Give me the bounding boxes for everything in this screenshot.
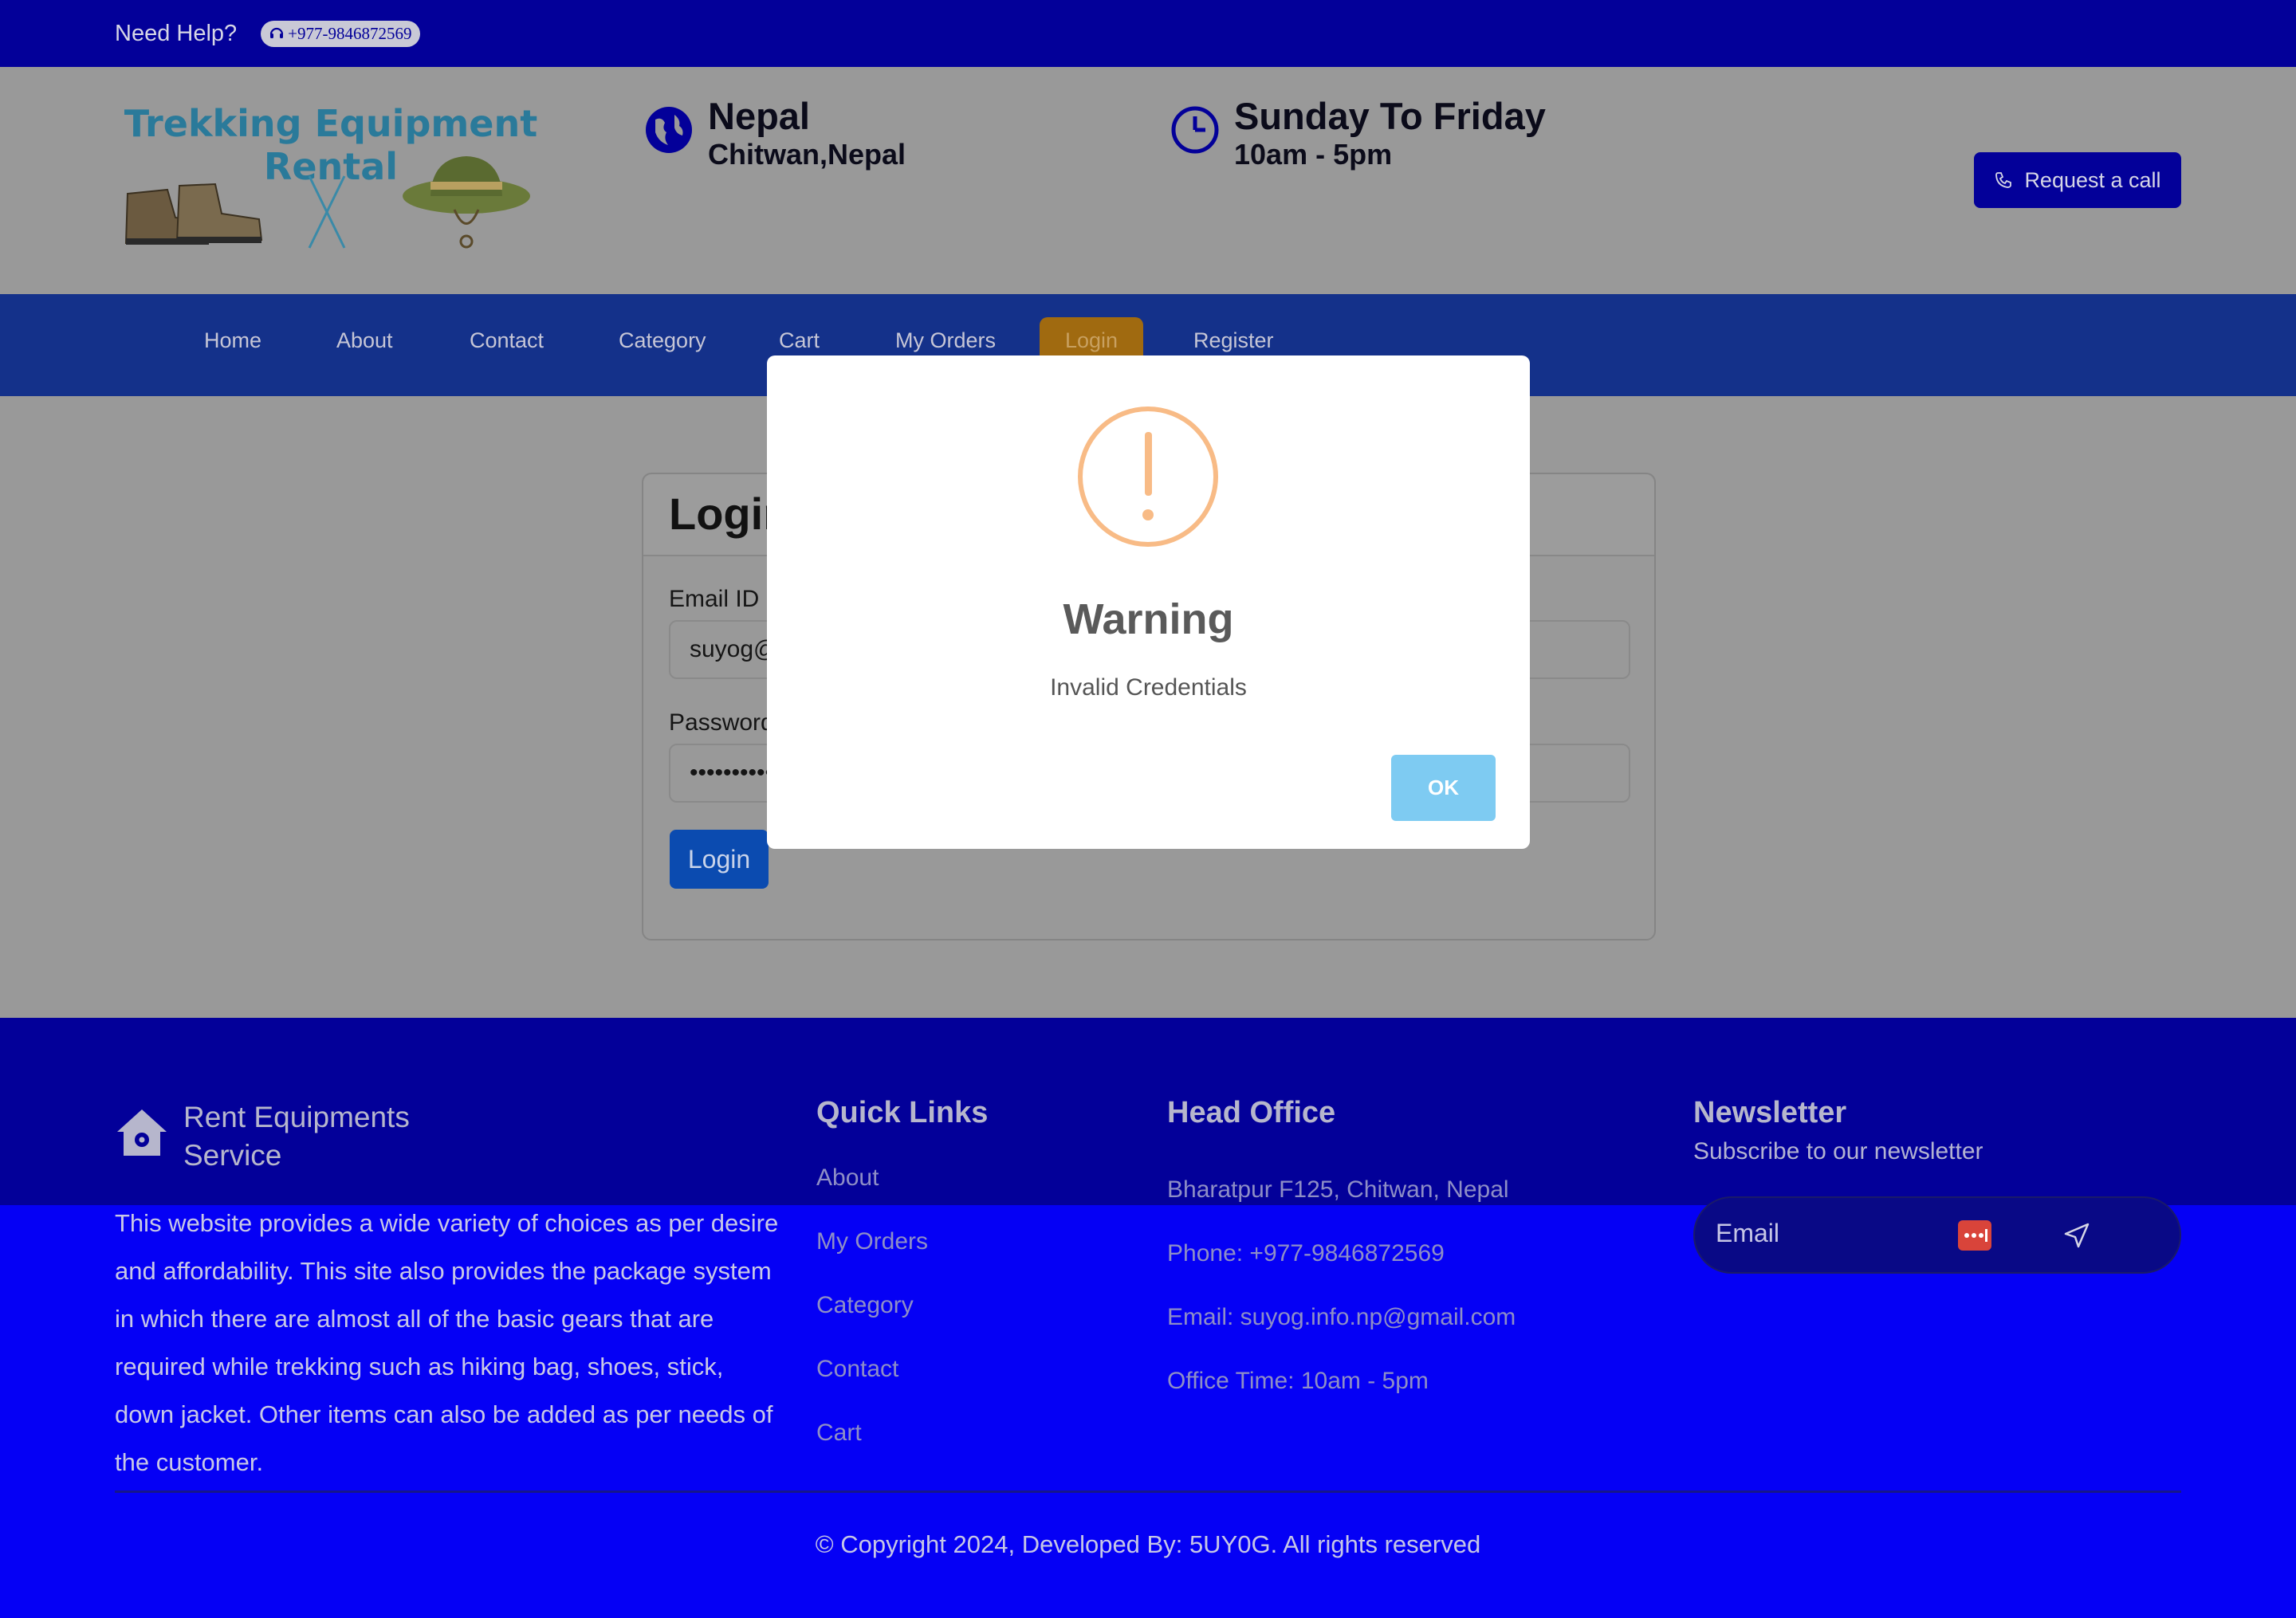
email-label: Email ID [669, 586, 760, 612]
hat-icon [403, 156, 530, 249]
footer-link-category[interactable]: Category [816, 1292, 914, 1319]
send-icon[interactable] [2063, 1222, 2090, 1249]
office-address: Bharatpur F125, Chitwan, Nepal [1167, 1176, 1509, 1203]
password-label: Password [669, 709, 774, 736]
head-office-title: Head Office [1167, 1096, 1336, 1129]
newsletter-email-input[interactable]: Email [1716, 1219, 1779, 1248]
need-help-text: Need Help? [115, 20, 238, 46]
phone-pill[interactable]: +977-9846872569 [261, 20, 420, 47]
copyright-text: Copyright 2024, Developed By: 5UY0G. All… [840, 1530, 1481, 1558]
logo-line1: Trekking Equipment [124, 102, 538, 145]
newsletter-form: Email [1693, 1196, 2181, 1274]
footer-brand: Rent Equipments Service [183, 1098, 410, 1175]
nav-about[interactable]: About [336, 317, 393, 373]
site-logo[interactable]: Trekking Equipment Rental [120, 102, 542, 253]
password-manager-icon[interactable] [1958, 1220, 1991, 1251]
office-phone: Phone: +977-9846872569 [1167, 1240, 1445, 1267]
globe-icon [646, 107, 692, 153]
modal-title: Warning [1063, 595, 1234, 643]
home-gear-icon [117, 1109, 167, 1156]
phone-number: +977-9846872569 [288, 23, 412, 43]
office-email: Email: suyog.info.np@gmail.com [1167, 1304, 1516, 1330]
nav-contact[interactable]: Contact [470, 317, 544, 373]
nav-category[interactable]: Category [619, 317, 706, 373]
footer-link-cart[interactable]: Cart [816, 1420, 862, 1447]
footer-brand-line1: Rent Equipments [183, 1101, 410, 1133]
footer-link-about[interactable]: About [816, 1164, 879, 1192]
hours-sub: 10am - 5pm [1234, 138, 1393, 171]
location-sub: Chitwan,Nepal [708, 138, 906, 171]
phone-icon [1995, 172, 2012, 188]
login-submit-button[interactable]: Login [670, 830, 769, 889]
top-bar: Need Help? +977-9846872569 [0, 0, 2296, 67]
warning-modal: Warning Invalid Credentials OK [767, 355, 1530, 849]
footer-brand-line2: Service [183, 1139, 282, 1172]
footer-divider [115, 1490, 2181, 1493]
copyright: © Copyright 2024, Developed By: 5UY0G. A… [0, 1530, 2296, 1559]
header: Trekking Equipment Rental Nepal Chitwan,… [0, 67, 2296, 294]
footer-description: This website provides a wide variety of … [115, 1209, 779, 1476]
page: Need Help? +977-9846872569 Trekking Equi… [0, 0, 2296, 1618]
nav-home[interactable]: Home [204, 317, 261, 373]
warning-icon [1078, 406, 1218, 547]
boots-icon [124, 183, 263, 245]
quick-links-title: Quick Links [816, 1096, 989, 1129]
trekking-poles-icon [308, 175, 346, 249]
modal-message: Invalid Credentials [1050, 674, 1247, 701]
location-info: Nepal Chitwan,Nepal [644, 94, 906, 171]
request-call-label: Request a call [2024, 167, 2161, 192]
newsletter-title: Newsletter [1693, 1096, 1847, 1129]
newsletter-sub: Subscribe to our newsletter [1693, 1138, 1983, 1164]
ok-button[interactable]: OK [1391, 755, 1496, 821]
office-time: Office Time: 10am - 5pm [1167, 1368, 1429, 1394]
copyright-icon: © [815, 1530, 841, 1558]
hours-title: Sunday To Friday [1234, 95, 1546, 137]
request-call-button[interactable]: Request a call [1974, 152, 2181, 208]
headset-icon [270, 27, 284, 38]
hours-info: Sunday To Friday 10am - 5pm [1170, 94, 1546, 171]
footer-link-contact[interactable]: Contact [816, 1356, 898, 1383]
location-title: Nepal [708, 95, 810, 137]
footer-link-my-orders[interactable]: My Orders [816, 1228, 928, 1255]
clock-icon [1171, 106, 1219, 154]
